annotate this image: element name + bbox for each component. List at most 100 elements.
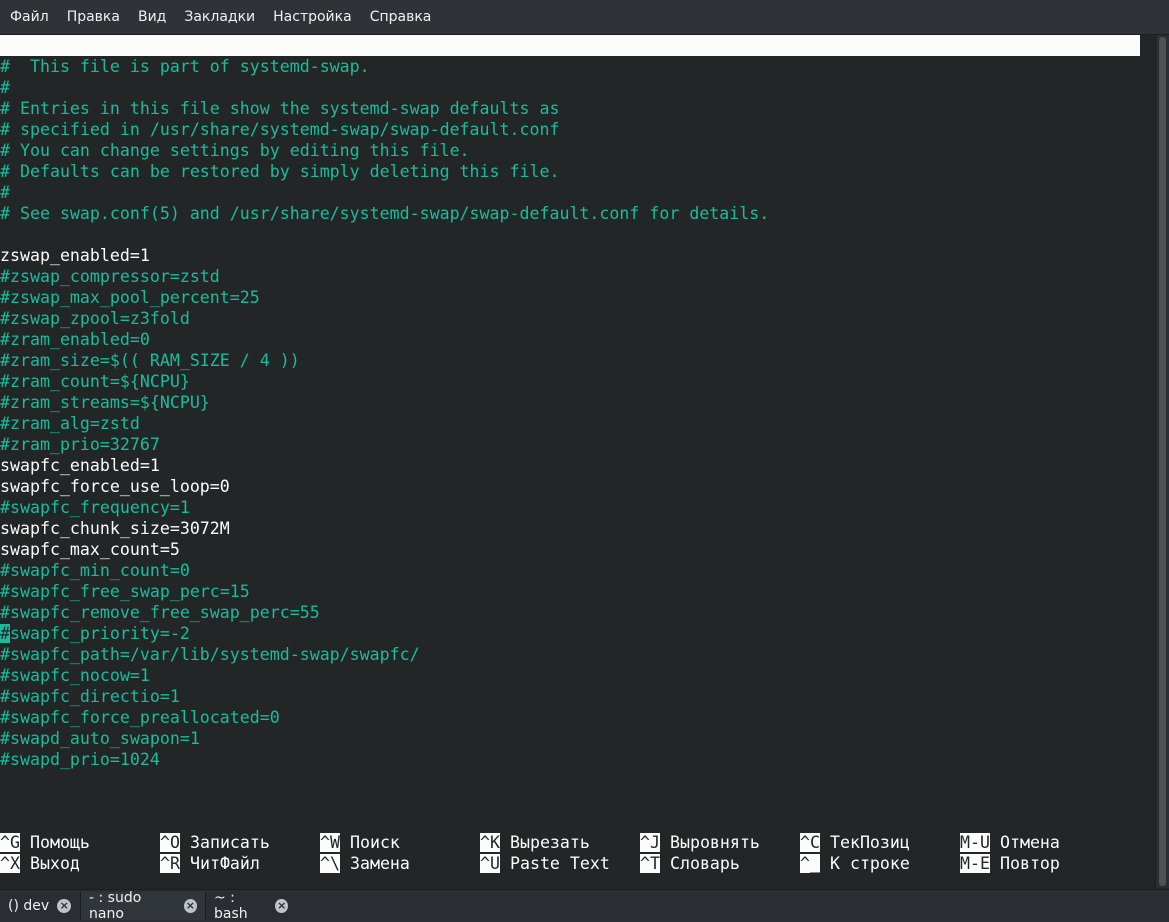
shortcut-key: M-U: [960, 833, 990, 852]
shortcut-item: M-U Отмена: [960, 832, 1060, 853]
menu-item[interactable]: Вид: [129, 0, 175, 34]
editor-line[interactable]: # Entries in this file show the systemd-…: [0, 98, 559, 119]
editor-line[interactable]: # This file is part of systemd-swap.: [0, 56, 370, 77]
shortcut-label: Paste Text: [499, 854, 610, 873]
editor-line[interactable]: #swapfc_frequency=1: [0, 497, 190, 518]
terminal-tab-bar: () dev × - : sudo nano × ~ : bash ×: [0, 889, 1169, 922]
editor-line[interactable]: #swapfc_remove_free_swap_perc=55: [0, 602, 320, 623]
editor-line[interactable]: #swapfc_path=/var/lib/systemd-swap/swapf…: [0, 644, 420, 665]
terminal-scrollbar[interactable]: [1155, 35, 1169, 888]
shortcut-item: ^W Поиск: [320, 832, 400, 853]
shortcut-label: Поиск: [339, 833, 400, 852]
editor-line[interactable]: #swapfc_nocow=1: [0, 665, 150, 686]
editor-line[interactable]: #swapfc_free_swap_perc=15: [0, 581, 250, 602]
shortcut-key: ^O: [160, 833, 180, 852]
shortcut-key: ^C: [800, 833, 820, 852]
shortcut-label: К строке: [819, 854, 910, 873]
nano-status: Изменён: [1050, 99, 1120, 118]
menubar: Файл Правка Вид Закладки Настройка Справка: [0, 0, 1169, 35]
shortcut-label: Отмена: [989, 833, 1060, 852]
shortcut-key: ^T: [640, 854, 660, 873]
editor-line[interactable]: #zswap_compressor=zstd: [0, 266, 220, 287]
shortcut-key: M-E: [960, 854, 990, 873]
shortcut-label: Словарь: [659, 854, 740, 873]
shortcut-key: ^J: [640, 833, 660, 852]
menu-item[interactable]: Файл: [0, 0, 58, 34]
shortcut-item: ^J Выровнять: [640, 832, 760, 853]
close-icon[interactable]: ×: [275, 899, 288, 913]
shortcut-label: Помощь: [19, 833, 90, 852]
shortcut-key: ^U: [480, 854, 500, 873]
editor-line[interactable]: swapfc_max_count=5: [0, 539, 180, 560]
editor-line[interactable]: #swapd_prio=1024: [0, 749, 160, 770]
editor-line[interactable]: #zram_streams=${NCPU}: [0, 392, 210, 413]
terminal-tab[interactable]: - : sudo nano ×: [80, 890, 206, 922]
editor-line[interactable]: #zswap_zpool=z3fold: [0, 308, 190, 329]
editor-line[interactable]: # Defaults can be restored by simply del…: [0, 161, 559, 182]
tab-label: - : sudo nano: [89, 890, 142, 922]
shortcut-label: ЧитФайл: [179, 854, 260, 873]
shortcut-key: ^W: [320, 833, 340, 852]
editor-line[interactable]: swapfc_force_use_loop=0: [0, 476, 230, 497]
shortcut-label: ТекПозиц: [819, 833, 910, 852]
terminal-tab[interactable]: ~ : bash ×: [206, 890, 296, 922]
text-cursor: #: [0, 624, 10, 643]
editor-line[interactable]: #: [0, 77, 10, 98]
editor-line[interactable]: #: [0, 182, 10, 203]
shortcut-label: Повтор: [989, 854, 1060, 873]
editor-line[interactable]: swapfc_chunk_size=3072M: [0, 518, 230, 539]
editor-line[interactable]: # specified in /usr/share/systemd-swap/s…: [0, 119, 559, 140]
scrollbar-thumb[interactable]: [1159, 37, 1166, 886]
editor-line[interactable]: # See swap.conf(5) and /usr/share/system…: [0, 203, 769, 224]
editor-line[interactable]: swapfc_enabled=1: [0, 455, 160, 476]
tab-label: () dev: [8, 898, 50, 914]
editor-line[interactable]: #zram_enabled=0: [0, 329, 150, 350]
shortcut-key: ^R: [160, 854, 180, 873]
editor-line[interactable]: #swapd_auto_swapon=1: [0, 728, 200, 749]
shortcut-label: Выход: [19, 854, 80, 873]
menu-item[interactable]: Настройка: [264, 0, 361, 34]
editor-line[interactable]: # You can change settings by editing thi…: [0, 140, 470, 161]
close-icon[interactable]: ×: [57, 899, 72, 913]
shortcut-item: ^\ Замена: [320, 853, 410, 874]
editor-line[interactable]: zswap_enabled=1: [0, 245, 150, 266]
editor-line[interactable]: #zram_size=$(( RAM_SIZE / 4 )): [0, 350, 300, 371]
shortcut-label: Выровнять: [659, 833, 760, 852]
editor-line[interactable]: #swapfc_force_preallocated=0: [0, 707, 280, 728]
shortcut-item: M-E Повтор: [960, 853, 1060, 874]
shortcut-key: ^_: [800, 854, 820, 873]
editor-line[interactable]: #zswap_max_pool_percent=25: [0, 287, 260, 308]
shortcut-key: ^\: [320, 854, 340, 873]
nano-shortcut-bar: ^G Помощь ^O Записать ^W Поиск ^K Вырезать ^…: [0, 832, 1140, 874]
editor-line[interactable]: #zram_alg=zstd: [0, 413, 140, 434]
editor-line[interactable]: #zram_count=${NCPU}: [0, 371, 190, 392]
shortcut-item: ^_ К строке: [800, 853, 910, 874]
shortcut-key: ^X: [0, 854, 20, 873]
shortcut-key: ^K: [480, 833, 500, 852]
nano-titlebar: GNU nano 4.3 /etc/systemd/swap.conf Изме…: [0, 35, 1140, 118]
shortcut-item: ^O Записать: [160, 832, 270, 853]
nano-filename: /etc/systemd/swap.conf: [480, 78, 700, 97]
shortcut-item: ^U Paste Text: [480, 853, 610, 874]
shortcut-item: ^C ТекПозиц: [800, 832, 910, 853]
shortcut-item: ^K Вырезать: [480, 832, 590, 853]
tab-label: ~ : bash: [214, 890, 248, 922]
shortcut-label: Замена: [339, 854, 410, 873]
close-icon[interactable]: ×: [183, 899, 197, 913]
menu-item[interactable]: Правка: [58, 0, 129, 34]
editor-line[interactable]: #swapfc_priority=-2: [0, 623, 190, 644]
terminal-tab[interactable]: () dev ×: [0, 892, 80, 920]
shortcut-key: ^G: [0, 833, 20, 852]
menu-item[interactable]: Справка: [361, 0, 441, 34]
editor-line[interactable]: #swapfc_min_count=0: [0, 560, 190, 581]
terminal-area[interactable]: GNU nano 4.3 /etc/systemd/swap.conf Изме…: [0, 35, 1155, 888]
editor-line[interactable]: #zram_prio=32767: [0, 434, 160, 455]
shortcut-item: ^R ЧитФайл: [160, 853, 260, 874]
shortcut-label: Вырезать: [499, 833, 590, 852]
menu-item[interactable]: Закладки: [175, 0, 264, 34]
shortcut-item: ^G Помощь: [0, 832, 90, 853]
shortcut-item: ^T Словарь: [640, 853, 740, 874]
shortcut-item: ^X Выход: [0, 853, 80, 874]
shortcut-label: Записать: [179, 833, 270, 852]
editor-line[interactable]: #swapfc_directio=1: [0, 686, 180, 707]
